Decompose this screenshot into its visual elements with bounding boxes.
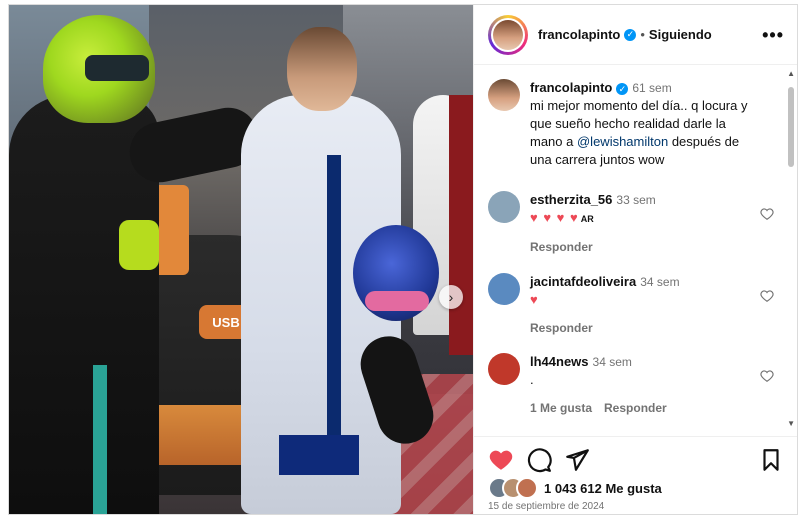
more-icon[interactable]: ••• <box>762 25 784 46</box>
heart-filled-icon[interactable] <box>488 447 514 473</box>
comment-time: 34 sem <box>592 355 632 369</box>
post-photo[interactable]: USB › <box>9 5 473 514</box>
comment-extra: AR <box>580 214 594 224</box>
comment-username[interactable]: estherzita_56 <box>530 192 612 207</box>
header-username[interactable]: francolapinto <box>538 27 620 42</box>
post-sidebar: francolapinto ✓ • Siguiendo ••• francola… <box>473 5 797 514</box>
heart-icon[interactable] <box>760 369 774 383</box>
avatar <box>516 477 538 499</box>
likes-row[interactable]: 1 043 612 Me gusta <box>488 477 662 499</box>
action-bar <box>474 436 797 477</box>
separator-dot: • <box>640 27 645 42</box>
post-header: francolapinto ✓ • Siguiendo ••• <box>474 5 797 65</box>
mention-link[interactable]: @lewishamilton <box>577 134 668 149</box>
verified-icon: ✓ <box>624 28 637 41</box>
comment-text: . <box>530 372 534 387</box>
chevron-right-icon[interactable]: › <box>439 285 463 309</box>
following-button[interactable]: Siguiendo <box>649 27 712 42</box>
comment-username[interactable]: jacintafdeoliveira <box>530 274 636 289</box>
caption-time: 61 sem <box>632 81 672 95</box>
comment-time: 34 sem <box>640 275 680 289</box>
driver-head <box>287 27 357 111</box>
comment-text: ♥ <box>530 292 539 307</box>
bookmark-icon[interactable] <box>758 447 784 473</box>
likes-count-button[interactable]: 1 Me gusta <box>530 401 592 415</box>
comments-list[interactable]: francolapinto ✓ 61 sem mi mejor momento de… <box>474 65 784 435</box>
comment-time: 33 sem <box>616 193 656 207</box>
scroll-down-arrow[interactable]: ▼ <box>787 419 795 428</box>
avatar[interactable] <box>488 273 520 305</box>
avatar[interactable] <box>488 14 528 55</box>
likes-count[interactable]: 1 043 612 Me gusta <box>544 481 662 496</box>
reply-button[interactable]: Responder <box>530 240 593 254</box>
comment-username[interactable]: lh44news <box>530 354 589 369</box>
scrollbar-thumb[interactable] <box>788 87 794 167</box>
share-icon[interactable] <box>564 447 590 473</box>
heart-icon[interactable] <box>760 289 774 303</box>
reply-button[interactable]: Responder <box>604 401 667 415</box>
comment-text: ♥ ♥ ♥ ♥ <box>530 210 579 225</box>
caption-username[interactable]: francolapinto <box>530 80 612 95</box>
post-date: 15 de septiembre de 2024 <box>488 501 605 512</box>
reply-button[interactable]: Responder <box>530 321 593 335</box>
verified-icon: ✓ <box>616 82 629 95</box>
avatar[interactable] <box>488 191 520 223</box>
heart-icon[interactable] <box>760 207 774 221</box>
scroll-up-arrow[interactable]: ▲ <box>787 69 795 78</box>
avatar[interactable] <box>488 353 520 385</box>
comment-icon[interactable] <box>526 447 552 473</box>
post-modal: USB › francolapinto ✓ • Siguiendo ••• fr… <box>8 4 798 515</box>
avatar[interactable] <box>488 79 520 111</box>
